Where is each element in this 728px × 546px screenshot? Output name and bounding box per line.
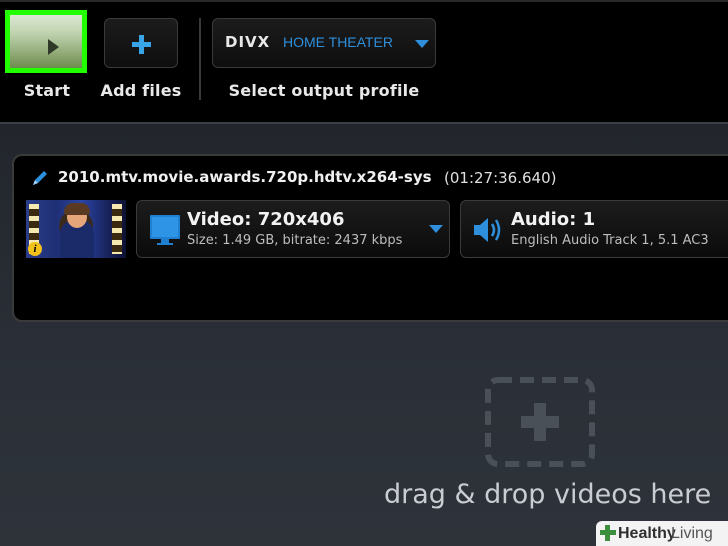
video-stream-selector[interactable]: Video: 720x406 Size: 1.49 GB, bitrate: 2… <box>136 200 450 258</box>
add-video-icon[interactable] <box>485 377 595 467</box>
divx-logo: DIVX <box>225 33 271 51</box>
video-thumbnail[interactable]: i <box>26 200 126 258</box>
toolbar: Start Add files DIVX HOME THEATER Select… <box>0 0 728 122</box>
audio-stream-title: Audio: 1 <box>511 209 596 230</box>
main-area: 2010.mtv.movie.awards.720p.hdtv.x264-sys… <box>0 122 728 546</box>
start-button[interactable] <box>10 15 82 68</box>
chevron-down-icon <box>429 225 443 233</box>
file-duration: (01:27:36.640) <box>444 169 557 187</box>
add-files-button[interactable] <box>104 18 178 68</box>
file-name[interactable]: 2010.mtv.movie.awards.720p.hdtv.x264-sys <box>58 168 432 186</box>
video-stream-details: Size: 1.49 GB, bitrate: 2437 kbps <box>187 233 403 248</box>
monitor-icon <box>150 215 180 245</box>
toolbar-divider <box>199 18 201 100</box>
profile-name: HOME THEATER <box>283 34 393 50</box>
start-label: Start <box>23 81 71 100</box>
output-profile-dropdown[interactable]: DIVX HOME THEATER <box>212 18 436 68</box>
drop-zone-text: drag & drop videos here <box>384 479 712 510</box>
add-files-label: Add files <box>100 81 182 100</box>
audio-stream-selector[interactable]: Audio: 1 English Audio Track 1, 5.1 AC3 <box>460 200 728 258</box>
audio-stream-details: English Audio Track 1, 5.1 AC3 <box>511 233 709 248</box>
file-card: 2010.mtv.movie.awards.720p.hdtv.x264-sys… <box>12 154 728 322</box>
video-stream-title: Video: 720x406 <box>187 209 345 230</box>
chevron-down-icon <box>415 40 429 48</box>
play-icon <box>48 39 59 55</box>
start-button-highlight <box>5 10 87 73</box>
pencil-icon[interactable] <box>30 168 50 188</box>
info-icon[interactable]: i <box>28 242 42 256</box>
select-profile-label: Select output profile <box>228 81 420 100</box>
watermark: Healthy Living <box>596 521 728 546</box>
speaker-icon <box>474 218 501 242</box>
